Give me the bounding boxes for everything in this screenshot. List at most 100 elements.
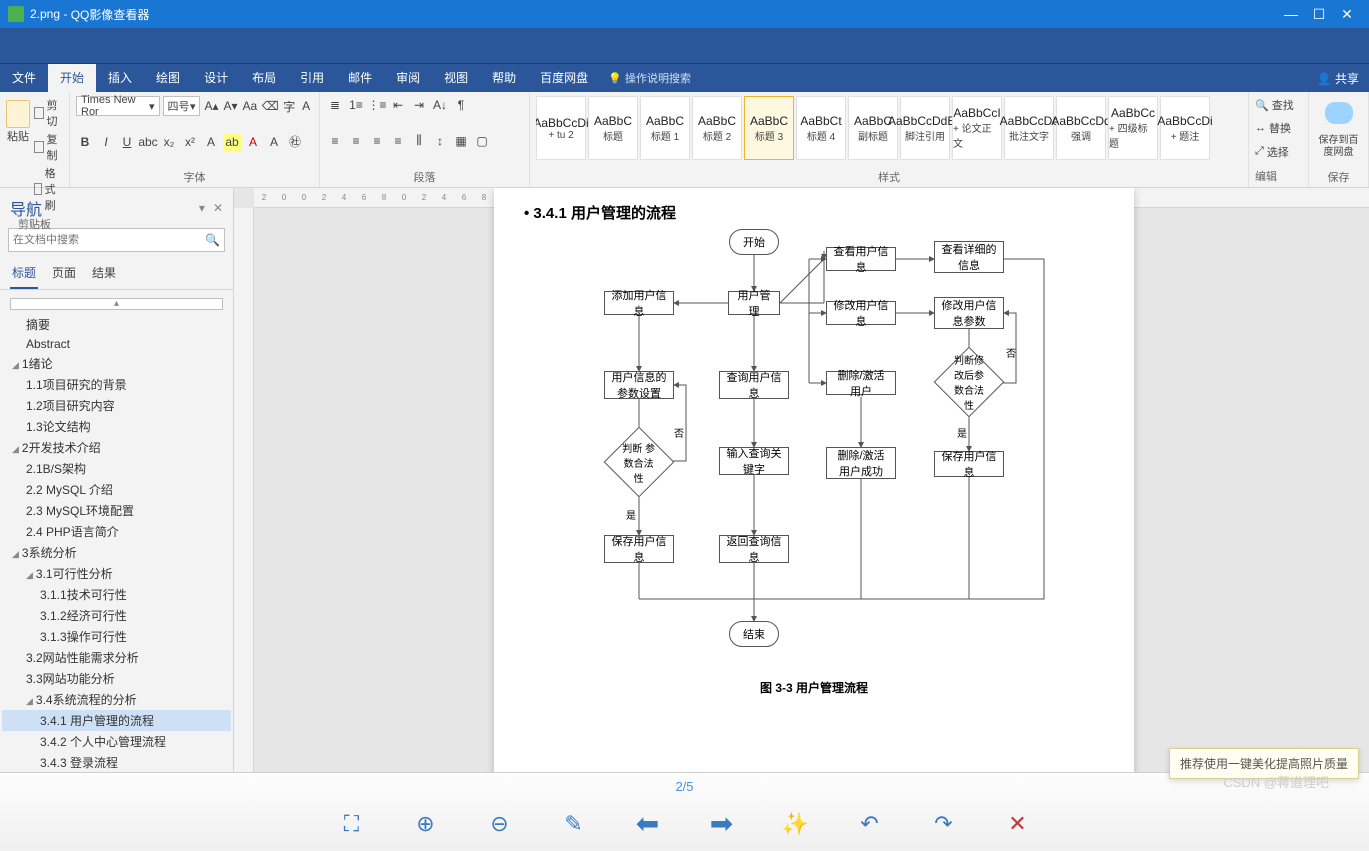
sort-button[interactable]: A↓: [431, 96, 449, 114]
tell-me-search[interactable]: 💡 操作说明搜索: [608, 70, 691, 86]
nav-close-button[interactable]: ✕: [213, 201, 223, 215]
next-button[interactable]: ➡: [706, 808, 738, 840]
align-right-button[interactable]: ≡: [368, 132, 386, 150]
nav-tree-item[interactable]: ◢3.4系统流程的分析: [2, 689, 231, 710]
copy-button[interactable]: 复制: [34, 130, 63, 164]
nav-tab-结果[interactable]: 结果: [90, 258, 118, 289]
nav-tree-item[interactable]: 摘要: [2, 314, 231, 335]
edit-button[interactable]: ✎: [558, 808, 590, 840]
tree-expand-icon[interactable]: ◢: [26, 696, 33, 706]
highlight-button[interactable]: ab: [223, 133, 241, 151]
nav-tree-item[interactable]: 3.4.3 登录流程: [2, 752, 231, 772]
strike-button[interactable]: abc: [139, 133, 157, 151]
align-center-button[interactable]: ≡: [347, 132, 365, 150]
char-shading-button[interactable]: A: [265, 133, 283, 151]
tree-expand-icon[interactable]: ◢: [12, 360, 19, 370]
maximize-button[interactable]: ☐: [1305, 6, 1333, 23]
nav-tree-item[interactable]: 2.3 MySQL环境配置: [2, 500, 231, 521]
show-marks-button[interactable]: ¶: [452, 96, 470, 114]
nav-tree-item[interactable]: 1.1项目研究的背景: [2, 374, 231, 395]
rotate-left-button[interactable]: ↶: [854, 808, 886, 840]
nav-tree-item[interactable]: ◢3系统分析: [2, 542, 231, 563]
fit-screen-button[interactable]: ⛶: [336, 808, 368, 840]
ribbon-tab-插入[interactable]: 插入: [96, 64, 144, 92]
nav-tree-item[interactable]: 3.1.2经济可行性: [2, 605, 231, 626]
underline-button[interactable]: U: [118, 133, 136, 151]
find-button[interactable]: 🔍 查找: [1255, 96, 1302, 114]
distribute-button[interactable]: ⫼: [410, 132, 428, 150]
replace-button[interactable]: ↔ 替换: [1255, 119, 1302, 137]
minimize-button[interactable]: ―: [1277, 6, 1305, 22]
zoom-in-button[interactable]: ⊕: [410, 808, 442, 840]
ribbon-tab-审阅[interactable]: 审阅: [384, 64, 432, 92]
font-size-select[interactable]: 四号▾: [163, 96, 201, 116]
ribbon-tab-绘图[interactable]: 绘图: [144, 64, 192, 92]
nav-tree-item[interactable]: Abstract: [2, 335, 231, 353]
grow-font-button[interactable]: A▴: [203, 97, 219, 115]
style-item[interactable]: AaBbCcDi+ 题注: [1160, 96, 1210, 160]
style-item[interactable]: AaBbCt标题 4: [796, 96, 846, 160]
italic-button[interactable]: I: [97, 133, 115, 151]
nav-tree-item[interactable]: ◢2开发技术介绍: [2, 437, 231, 458]
vertical-ruler[interactable]: [234, 208, 254, 772]
char-border-button[interactable]: A: [299, 97, 313, 115]
style-item[interactable]: AaBbC副标题: [848, 96, 898, 160]
indent-inc-button[interactable]: ⇥: [410, 96, 428, 114]
style-item[interactable]: AaBbCcDdEe脚注引用: [900, 96, 950, 160]
style-item[interactable]: AaBbCcI+ 论文正文: [952, 96, 1002, 160]
ribbon-tab-设计[interactable]: 设计: [192, 64, 240, 92]
style-item[interactable]: AaBbC标题: [588, 96, 638, 160]
style-item[interactable]: AaBbCcDc批注文字: [1004, 96, 1054, 160]
enhance-button[interactable]: ✨: [780, 808, 812, 840]
style-item[interactable]: AaBbC标题 3: [744, 96, 794, 160]
nav-tree-item[interactable]: 3.3网站功能分析: [2, 668, 231, 689]
delete-button[interactable]: ✕: [1002, 808, 1034, 840]
nav-search-input[interactable]: [13, 234, 205, 246]
collapse-all-button[interactable]: ▴: [10, 298, 223, 310]
prev-button[interactable]: ⬅: [632, 808, 664, 840]
ribbon-tab-百度网盘[interactable]: 百度网盘: [528, 64, 600, 92]
shrink-font-button[interactable]: A▾: [223, 97, 239, 115]
phonetic-button[interactable]: 字: [282, 97, 296, 115]
nav-tree-item[interactable]: 3.4.2 个人中心管理流程: [2, 731, 231, 752]
ribbon-tab-开始[interactable]: 开始: [48, 64, 96, 92]
nav-tree-item[interactable]: ◢3.1可行性分析: [2, 563, 231, 584]
nav-tree-item[interactable]: 1.3论文结构: [2, 416, 231, 437]
nav-tree-item[interactable]: 3.1.3操作可行性: [2, 626, 231, 647]
zoom-out-button[interactable]: ⊖: [484, 808, 516, 840]
indent-dec-button[interactable]: ⇤: [389, 96, 407, 114]
format-painter-button[interactable]: 格式刷: [34, 164, 63, 214]
close-button[interactable]: ✕: [1333, 6, 1361, 23]
ribbon-tab-引用[interactable]: 引用: [288, 64, 336, 92]
font-family-select[interactable]: Times New Ror▾: [76, 96, 160, 116]
ribbon-tab-邮件[interactable]: 邮件: [336, 64, 384, 92]
nav-tree-item[interactable]: 1.2项目研究内容: [2, 395, 231, 416]
style-item[interactable]: AaBbCcDd强调: [1056, 96, 1106, 160]
change-case-button[interactable]: Aa: [242, 97, 259, 115]
bold-button[interactable]: B: [76, 133, 94, 151]
tree-expand-icon[interactable]: ◢: [12, 444, 19, 454]
nav-tree-item[interactable]: 2.2 MySQL 介绍: [2, 479, 231, 500]
border-button[interactable]: ▢: [473, 132, 491, 150]
cut-button[interactable]: 剪切: [34, 96, 63, 130]
paste-button[interactable]: 粘贴: [6, 96, 30, 148]
search-icon[interactable]: 🔍: [205, 233, 220, 247]
text-effects-button[interactable]: A: [202, 133, 220, 151]
nav-tab-页面[interactable]: 页面: [50, 258, 78, 289]
bullets-button[interactable]: ≣: [326, 96, 344, 114]
shading-button[interactable]: ▦: [452, 132, 470, 150]
ribbon-tab-布局[interactable]: 布局: [240, 64, 288, 92]
nav-tree-item[interactable]: ◢1绪论: [2, 353, 231, 374]
ribbon-tab-帮助[interactable]: 帮助: [480, 64, 528, 92]
subscript-button[interactable]: x₂: [160, 133, 178, 151]
numbering-button[interactable]: 1≡: [347, 96, 365, 114]
superscript-button[interactable]: x²: [181, 133, 199, 151]
save-cloud-button[interactable]: 保存到百度网盘: [1315, 135, 1362, 159]
nav-tree-item[interactable]: 3.1.1技术可行性: [2, 584, 231, 605]
justify-button[interactable]: ≡: [389, 132, 407, 150]
nav-tree-item[interactable]: 2.4 PHP语言简介: [2, 521, 231, 542]
style-item[interactable]: AaBbCc+ 四级标题: [1108, 96, 1158, 160]
style-item[interactable]: AaBbC标题 1: [640, 96, 690, 160]
nav-tree-item[interactable]: 2.1B/S架构: [2, 458, 231, 479]
ribbon-tab-视图[interactable]: 视图: [432, 64, 480, 92]
